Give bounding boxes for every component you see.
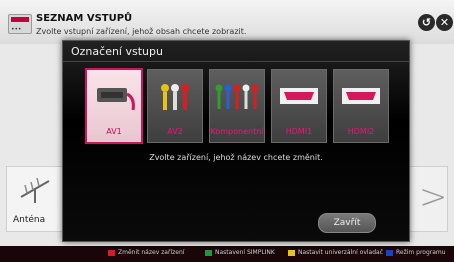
close-dialog-button[interactable]: Zavřít [318,213,376,233]
input-label-dialog: Označení vstupu AV1 AV2 Komponentní HDMI… [62,40,410,242]
hint-program-mode-label: Režim programu [396,249,446,256]
hint-universal-remote[interactable]: Nastavit univerzální ovladač [288,249,383,256]
header-bar: SEZNAM VSTUPŮ Zvolte vstupní zařízení, j… [0,0,454,44]
antenna-icon [20,177,50,203]
bottom-hint-bar: Změnit název zařízení Nastavení SIMPLINK… [0,246,454,262]
dialog-message: Zvolte zařízení, jehož název chcete změn… [149,153,323,162]
tile-av1-label: AV1 [106,127,122,136]
dialog-title: Označení vstupu [71,45,163,58]
hint-program-mode[interactable]: Režim programu [386,249,446,256]
back-button[interactable]: ↺ [418,14,435,31]
page-subtitle: Zvolte vstupní zařízení, jehož obsah chc… [36,27,247,36]
divider [63,61,409,62]
tile-hdmi2[interactable]: HDMI2 [333,69,389,143]
antenna-label: Anténa [13,215,46,225]
tile-component[interactable]: Komponentní [209,69,265,143]
blue-key-icon [386,249,393,256]
close-button[interactable]: ✕ [436,14,453,31]
hint-universal-remote-label: Nastavit univerzální ovladač [298,249,383,256]
scart-cable-icon [97,88,135,111]
tile-av2-label: AV2 [167,127,183,136]
hint-rename-device[interactable]: Změnit název zařízení [108,249,184,256]
red-key-icon [108,249,115,256]
tile-hdmi2-label: HDMI2 [347,127,375,136]
tile-component-label: Komponentní [210,127,264,136]
input-list-icon [8,14,32,34]
tile-hdmi1[interactable]: HDMI1 [271,69,327,143]
tile-av1[interactable]: AV1 [85,68,143,144]
component-cable-icon [215,84,259,109]
hdmi-port-icon [280,88,318,104]
green-key-icon [205,249,212,256]
rca-cable-icon [161,84,189,110]
tile-hdmi1-label: HDMI1 [285,127,313,136]
hint-simplink-label: Nastavení SIMPLINK [215,249,275,256]
chevron-right-icon: > [419,177,448,217]
tile-av2[interactable]: AV2 [147,69,203,143]
antenna-tile[interactable]: Anténa [6,166,64,232]
hint-rename-label: Změnit název zařízení [118,249,185,256]
hdmi-port-icon [342,88,380,104]
page-title: SEZNAM VSTUPŮ [36,13,133,24]
next-page-arrow[interactable]: > [406,166,448,232]
yellow-key-icon [288,249,295,256]
hint-simplink[interactable]: Nastavení SIMPLINK [205,249,275,256]
